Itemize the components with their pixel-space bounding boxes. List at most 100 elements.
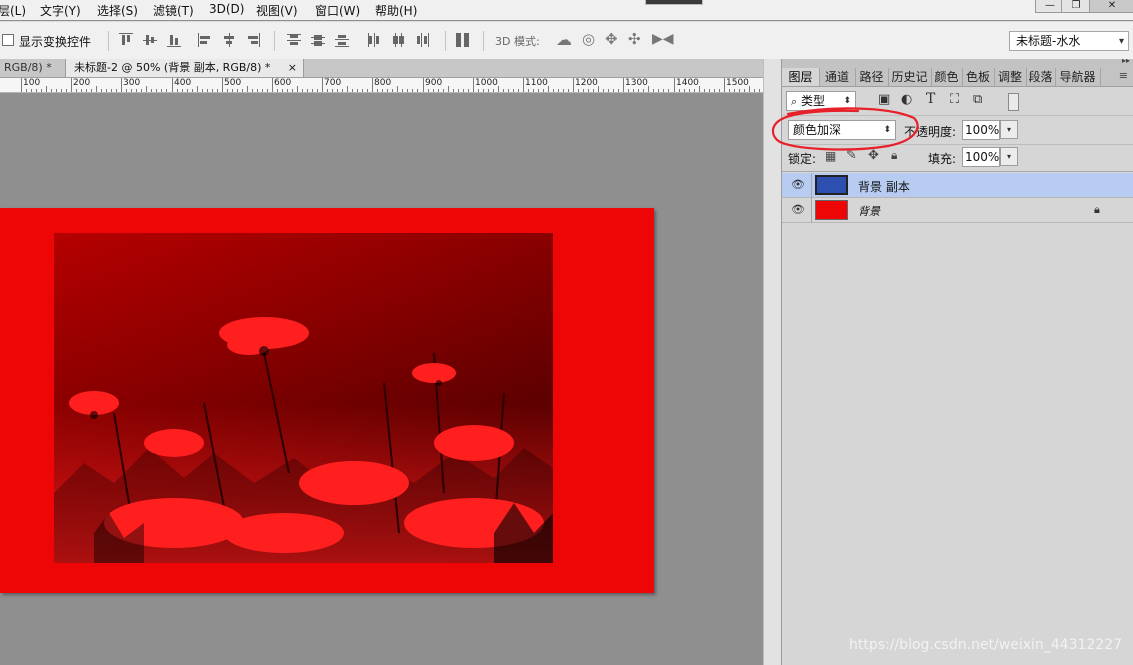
- window-title-indicator: [645, 0, 703, 5]
- ruler-minor-tick: [638, 89, 639, 92]
- lock-all-icon[interactable]: 🔒︎: [891, 148, 897, 163]
- 3d-slide-icon[interactable]: ✣: [628, 30, 641, 48]
- ruler-minor-tick: [182, 89, 183, 92]
- visibility-eye-icon[interactable]: 👁︎: [790, 204, 806, 216]
- lock-transparent-pixels-icon[interactable]: ▦: [825, 149, 836, 163]
- 3d-mode-label: 3D 模式:: [495, 35, 540, 48]
- tab-channels[interactable]: 通道: [819, 68, 856, 86]
- ruler-minor-tick: [377, 89, 378, 92]
- distribute-bottom-icon[interactable]: [335, 33, 349, 47]
- 3d-scale-icon[interactable]: ▶◀: [652, 31, 674, 47]
- menu-type[interactable]: 文字(Y): [40, 2, 81, 19]
- distribute-horizontal-center-icon[interactable]: [391, 33, 405, 47]
- filter-shape-icon[interactable]: ⛶: [950, 92, 959, 107]
- ruler-minor-tick: [81, 89, 82, 92]
- ruler-minor-tick: [412, 89, 413, 92]
- ruler-minor-tick: [513, 89, 514, 92]
- distribute-vertical-center-icon[interactable]: [311, 33, 325, 47]
- show-transform-checkbox[interactable]: [2, 34, 14, 46]
- document-canvas[interactable]: [0, 208, 654, 593]
- filter-adjustment-icon[interactable]: ◐: [901, 92, 912, 107]
- ruler-minor-tick: [342, 89, 343, 92]
- auto-align-icon[interactable]: [456, 33, 470, 47]
- tab-adjustments[interactable]: 调整: [994, 68, 1027, 86]
- ruler-minor-tick: [86, 89, 87, 92]
- close-window-button[interactable]: ✕: [1089, 0, 1133, 13]
- tab-layers[interactable]: 图层: [782, 68, 820, 86]
- align-bottom-icon[interactable]: [167, 33, 181, 47]
- opacity-dropdown-button[interactable]: ▾: [1000, 120, 1018, 139]
- align-right-icon[interactable]: [246, 33, 260, 47]
- ruler-major-tick: [21, 78, 22, 92]
- ruler-minor-tick: [302, 89, 303, 92]
- menu-help[interactable]: 帮助(H): [375, 2, 417, 19]
- fill-dropdown-button[interactable]: ▾: [1000, 147, 1018, 166]
- align-vertical-center-icon[interactable]: [143, 33, 157, 47]
- ruler-minor-tick: [161, 89, 162, 92]
- ruler-label: 700: [324, 78, 342, 88]
- document-tab-bar: RGB/8) * 未标题-2 @ 50% (背景 副本, RGB/8) * ×: [0, 59, 763, 78]
- collapse-panel-icon[interactable]: ▸▸: [1122, 56, 1130, 65]
- ruler-minor-tick: [337, 89, 338, 92]
- layer-thumbnail: [815, 200, 848, 220]
- chevron-updown-icon: ⬍: [843, 96, 851, 106]
- 3d-roll-icon[interactable]: ◎: [582, 30, 595, 48]
- ruler-minor-tick: [483, 89, 484, 92]
- tab-close-icon[interactable]: ×: [288, 59, 297, 77]
- ruler-minor-tick: [56, 89, 57, 92]
- 3d-orbit-icon[interactable]: ☁: [556, 30, 572, 49]
- opacity-input[interactable]: 100%: [962, 120, 1000, 140]
- tab-paragraph[interactable]: 段落: [1026, 68, 1056, 86]
- lock-icon: 🔒︎: [1094, 203, 1100, 216]
- ruler-minor-tick: [287, 89, 288, 92]
- canvas-area[interactable]: [0, 93, 763, 665]
- filter-pixel-icon[interactable]: ▣: [878, 92, 890, 107]
- layer-name: 背景: [858, 205, 880, 218]
- ruler-major-tick: [71, 78, 72, 92]
- layer-row-background-copy[interactable]: 👁︎ 背景 副本: [782, 173, 1133, 198]
- ruler-label: 800: [374, 78, 392, 88]
- vertical-scrollbar[interactable]: [763, 59, 781, 665]
- ruler-major-tick: [121, 78, 122, 92]
- ruler-minor-tick: [709, 89, 710, 92]
- ruler-minor-tick: [347, 86, 348, 92]
- restore-button[interactable]: ❐: [1061, 0, 1091, 13]
- align-left-icon[interactable]: [198, 33, 212, 47]
- filter-toggle-switch[interactable]: [1008, 93, 1019, 111]
- 3d-pan-icon[interactable]: ✥: [605, 30, 618, 48]
- workspace-preset-select[interactable]: 未标题-水水 ▾: [1009, 31, 1129, 51]
- distribute-left-icon[interactable]: [367, 33, 381, 47]
- menu-layer[interactable]: 层(L): [0, 2, 26, 19]
- menu-view[interactable]: 视图(V): [256, 2, 298, 19]
- menu-window[interactable]: 窗口(W): [315, 2, 360, 19]
- document-tab-previous[interactable]: RGB/8) *: [0, 59, 66, 77]
- document-tab-active[interactable]: 未标题-2 @ 50% (背景 副本, RGB/8) * ×: [66, 59, 304, 77]
- ruler-minor-tick: [61, 89, 62, 92]
- align-horizontal-center-icon[interactable]: [222, 33, 236, 47]
- layer-row-background[interactable]: 👁︎ 背景 🔒︎: [782, 198, 1133, 223]
- filter-smart-object-icon[interactable]: ⧉: [973, 92, 982, 107]
- layer-filter-select[interactable]: ⌕ 类型 ⬍: [786, 91, 856, 111]
- ruler-minor-tick: [668, 89, 669, 92]
- ruler-minor-tick: [262, 89, 263, 92]
- menu-3d[interactable]: 3D(D): [209, 2, 244, 16]
- filter-type-icon[interactable]: T: [926, 91, 935, 107]
- align-top-icon[interactable]: [119, 33, 133, 47]
- lock-image-pixels-icon[interactable]: ✎: [846, 148, 857, 163]
- fill-input[interactable]: 100%: [962, 147, 1000, 167]
- distribute-right-icon[interactable]: [415, 33, 429, 47]
- blend-mode-select[interactable]: 颜色加深 ⬍: [788, 120, 896, 140]
- tab-swatches[interactable]: 色板: [962, 68, 995, 86]
- panel-menu-icon[interactable]: ≡: [1119, 69, 1128, 82]
- menu-filter[interactable]: 滤镜(T): [153, 2, 194, 19]
- tab-paths[interactable]: 路径: [855, 68, 889, 86]
- menu-select[interactable]: 选择(S): [97, 2, 138, 19]
- distribute-top-icon[interactable]: [287, 33, 301, 47]
- ruler-minor-tick: [267, 89, 268, 92]
- tab-history[interactable]: 历史记: [888, 68, 932, 86]
- tab-navigator[interactable]: 导航器: [1055, 68, 1101, 86]
- visibility-eye-icon[interactable]: 👁︎: [790, 179, 806, 191]
- lock-position-icon[interactable]: ✥: [868, 148, 879, 163]
- ruler-minor-tick: [448, 86, 449, 92]
- tab-color[interactable]: 颜色: [931, 68, 963, 86]
